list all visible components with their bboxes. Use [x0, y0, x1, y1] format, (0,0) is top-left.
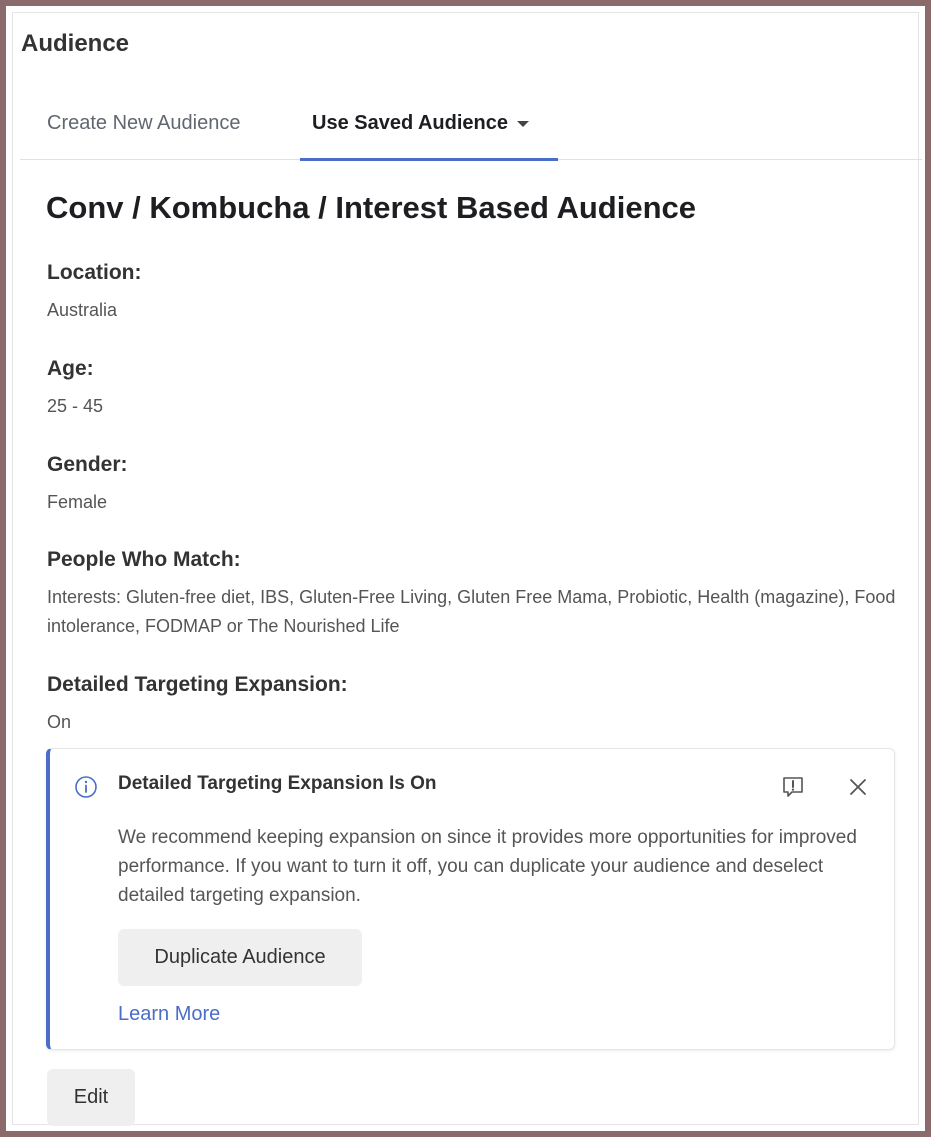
tab-create-new-audience[interactable]: Create New Audience	[47, 112, 240, 135]
detailed-targeting-expansion-value: On	[47, 712, 72, 732]
active-tab-indicator	[300, 158, 558, 161]
tab-use-saved-audience[interactable]: Use Saved Audience	[312, 112, 530, 135]
edit-button[interactable]: Edit	[47, 1069, 135, 1126]
notice-title: Detailed Targeting Expansion Is On	[118, 773, 437, 794]
audience-panel: Audience Create New Audience Use Saved A…	[0, 0, 931, 1137]
tab-use-saved-audience-label: Use Saved Audience	[312, 112, 509, 134]
people-who-match-label: People Who Match:	[47, 548, 241, 571]
location-label: Location:	[47, 261, 142, 284]
people-who-match-value: Interests: Gluten-free diet, IBS, Gluten…	[47, 587, 896, 636]
info-icon	[75, 776, 97, 798]
duplicate-audience-button[interactable]: Duplicate Audience	[118, 929, 362, 986]
close-icon[interactable]	[847, 776, 869, 798]
gender-value: Female	[47, 492, 108, 512]
audience-name: Conv / Kombucha / Interest Based Audienc…	[46, 190, 696, 225]
age-value: 25 - 45	[47, 396, 104, 416]
location-value: Australia	[47, 300, 118, 320]
learn-more-link[interactable]: Learn More	[118, 1003, 220, 1026]
detailed-targeting-expansion-label: Detailed Targeting Expansion:	[47, 673, 348, 696]
gender-label: Gender:	[47, 453, 128, 476]
report-icon[interactable]	[780, 774, 806, 800]
audience-tabs: Create New Audience Use Saved Audience	[20, 96, 922, 161]
notice-body: We recommend keeping expansion on since …	[118, 827, 857, 906]
caret-down-icon	[517, 120, 530, 127]
age-label: Age:	[47, 357, 94, 380]
expansion-notice: Detailed Targeting Expansion Is On We re…	[46, 748, 895, 1050]
section-title: Audience	[21, 30, 130, 57]
